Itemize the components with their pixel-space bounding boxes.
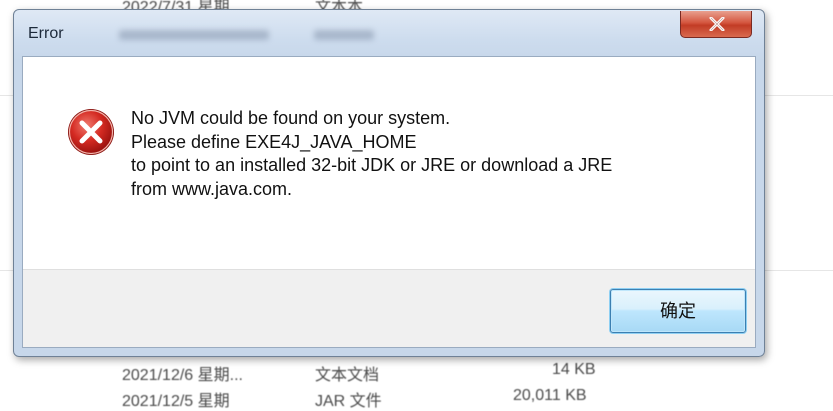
- dialog-titlebar[interactable]: Error: [14, 10, 764, 56]
- close-icon: [709, 17, 725, 31]
- blurred-title-area: [314, 30, 374, 40]
- message-line: to point to an installed 32-bit JDK or J…: [131, 155, 613, 175]
- error-dialog: Error No JVM could be found on your syst…: [13, 9, 765, 357]
- background-file-row: 2021/12/6 星期... 文本文档 14 KB: [0, 358, 833, 384]
- message-line: Please define EXE4J_JAVA_HOME: [131, 131, 417, 152]
- message-line: from www.java.com.: [131, 178, 293, 199]
- blurred-title-area: [119, 30, 269, 40]
- file-type: JAR 文件: [315, 393, 382, 410]
- background-file-row: 2021/12/5 星期 JAR 文件 20,011 KB: [0, 384, 833, 410]
- message-area: No JVM could be found on your system. Pl…: [23, 57, 755, 269]
- file-date: 2021/12/6 星期...: [122, 367, 243, 384]
- close-button[interactable]: [680, 11, 752, 38]
- dialog-title: Error: [28, 25, 64, 42]
- file-type: 文本文档: [315, 367, 380, 384]
- error-icon: [68, 109, 114, 155]
- ok-button[interactable]: 确定: [610, 289, 746, 333]
- file-size: 14 KB: [552, 361, 596, 378]
- dialog-content: No JVM could be found on your system. Pl…: [22, 56, 756, 348]
- message-line: No JVM could be found on your system.: [131, 108, 451, 128]
- file-size: 20,011 KB: [513, 387, 587, 404]
- error-message: No JVM could be found on your system. Pl…: [131, 107, 741, 201]
- file-date: 2021/12/5 星期: [122, 393, 230, 410]
